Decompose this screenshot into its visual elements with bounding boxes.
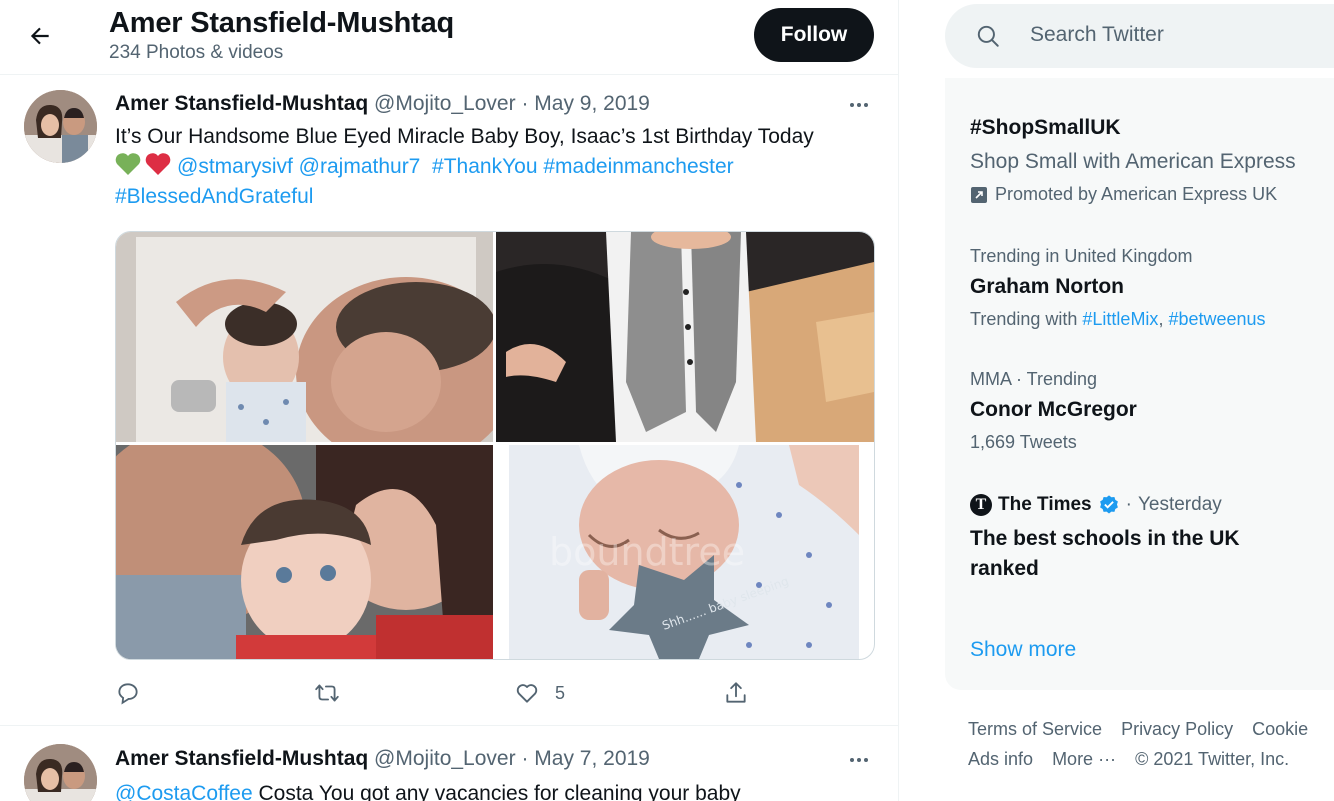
retweet-icon <box>315 684 339 702</box>
hashtag-link[interactable]: #betweenus <box>1168 309 1265 329</box>
footer-links: Terms of Service Privacy Policy Cookie <box>968 719 1322 740</box>
mention-link[interactable]: @rajmathur7 <box>299 155 421 178</box>
verified-badge-icon <box>1099 495 1118 514</box>
hashtag-link[interactable]: #madeinmanchester <box>543 155 733 178</box>
news-source-row: T The Times · Yesterday <box>970 494 1222 516</box>
red-heart-icon <box>145 153 171 175</box>
share-button[interactable] <box>723 675 749 711</box>
follow-button[interactable]: Follow <box>754 8 874 62</box>
tweet[interactable]: Amer Stansfield-Mushtaq @Mojito_Lover · … <box>0 75 898 726</box>
promoted-icon <box>971 186 987 203</box>
reply-button[interactable] <box>115 675 141 711</box>
tweet-author-handle[interactable]: @Mojito_Lover <box>374 92 516 115</box>
avatar[interactable] <box>24 744 97 801</box>
news-time: Yesterday <box>1137 494 1222 515</box>
trend-tweet-count: 1,669 Tweets <box>970 432 1077 452</box>
watermark-text: boundtree <box>549 530 745 574</box>
comma: , <box>1158 309 1164 329</box>
news-headline[interactable]: ranked <box>970 557 1039 581</box>
search-input[interactable]: Search Twitter <box>1030 23 1164 47</box>
tweet-text-line: Costa You got any vacancies for cleaning… <box>252 782 741 801</box>
green-heart-icon <box>115 153 141 175</box>
avatar[interactable] <box>24 90 97 163</box>
show-more-link[interactable]: Show more <box>970 638 1076 662</box>
photo-sleeping-newborn[interactable]: Shh...... baby sleeping boundtree <box>509 445 859 659</box>
news-headline[interactable]: The best schools in the UK <box>970 527 1240 551</box>
the-times-logo: T <box>970 494 992 516</box>
trend-context: MMA · Trending <box>970 369 1098 389</box>
photo-father-kissing-baby[interactable] <box>116 232 493 442</box>
reply-icon <box>118 683 138 705</box>
mention-link[interactable]: @CostaCoffee <box>115 782 253 801</box>
tweet-date[interactable]: May 7, 2019 <box>534 747 650 770</box>
tweet[interactable]: Amer Stansfield-Mushtaq @Mojito_Lover · … <box>0 726 898 801</box>
privacy-link[interactable]: Privacy Policy <box>1121 719 1233 739</box>
trend-related: Trending with #LittleMix, #betweenus <box>970 309 1266 330</box>
hashtag-link[interactable]: #ThankYou <box>432 155 537 178</box>
retweet-button[interactable] <box>313 675 341 711</box>
tweet-date[interactable]: May 9, 2019 <box>534 92 650 115</box>
ads-info-link[interactable]: Ads info <box>968 749 1033 769</box>
news-source-name[interactable]: The Times <box>998 494 1092 516</box>
media-count: 234 Photos & videos <box>109 42 284 63</box>
promoted-trend-tag[interactable]: #ShopSmallUK <box>970 116 1121 140</box>
tweet-author-name[interactable]: Amer Stansfield-Mushtaq <box>115 747 368 770</box>
more-options-icon[interactable] <box>845 750 873 770</box>
tweet-text-line: It’s Our Handsome Blue Eyed Miracle Baby… <box>115 125 814 148</box>
copyright: © 2021 Twitter, Inc. <box>1135 749 1290 769</box>
promoted-trend-title[interactable]: Shop Small with American Express <box>970 150 1296 174</box>
trending-with-label: Trending with <box>970 309 1078 329</box>
hashtag-link[interactable]: #LittleMix <box>1082 309 1158 329</box>
terms-link[interactable]: Terms of Service <box>968 719 1102 739</box>
trend-name[interactable]: Conor McGregor <box>970 398 1137 422</box>
tweet-author-handle[interactable]: @Mojito_Lover <box>374 747 516 770</box>
photo-family-selfie[interactable] <box>116 445 493 659</box>
promoted-by-text: Promoted by American Express UK <box>995 184 1278 204</box>
heart-icon <box>516 684 538 703</box>
trend-context: Trending in United Kingdom <box>970 246 1193 266</box>
search-icon <box>977 25 999 47</box>
trend-name[interactable]: Graham Norton <box>970 275 1124 299</box>
tweet-text: It’s Our Handsome Blue Eyed Miracle Baby… <box>115 122 875 212</box>
separator-dot: · <box>521 747 529 770</box>
search-box[interactable]: Search Twitter <box>945 4 1334 68</box>
photo-baby-in-waistcoat[interactable] <box>496 232 874 442</box>
share-icon <box>726 682 746 703</box>
mention-link[interactable]: @stmarysivf <box>177 155 293 178</box>
back-arrow-icon[interactable] <box>24 20 56 52</box>
tweet-text: @CostaCoffee Costa You got any vacancies… <box>115 779 875 801</box>
footer-links: Ads info More ··· © 2021 Twitter, Inc. <box>968 749 1303 770</box>
separator-dot: · <box>521 92 529 115</box>
more-link[interactable]: More ··· <box>1052 749 1116 769</box>
cookie-link[interactable]: Cookie <box>1252 719 1308 739</box>
trends-panel: #ShopSmallUK Shop Small with American Ex… <box>945 78 1334 690</box>
promoted-label: Promoted by American Express UK <box>970 184 1277 205</box>
tweet-author-name[interactable]: Amer Stansfield-Mushtaq <box>115 92 368 115</box>
hearts-emoji <box>115 152 171 176</box>
profile-name: Amer Stansfield-Mushtaq <box>109 7 455 39</box>
hashtag-link[interactable]: #BlessedAndGrateful <box>115 185 313 208</box>
photo-grid[interactable]: Shh...... baby sleeping boundtree <box>115 231 875 660</box>
main-column: Amer Stansfield-Mushtaq 234 Photos & vid… <box>0 0 899 801</box>
profile-header-bar: Amer Stansfield-Mushtaq 234 Photos & vid… <box>0 0 898 75</box>
like-button[interactable]: 5 <box>513 675 565 711</box>
tweet-header: Amer Stansfield-Mushtaq @Mojito_Lover · … <box>115 92 650 116</box>
tweet-actions: 5 <box>115 675 755 711</box>
like-count: 5 <box>555 682 566 703</box>
more-options-icon[interactable] <box>845 95 873 115</box>
tweet-header: Amer Stansfield-Mushtaq @Mojito_Lover · … <box>115 747 650 771</box>
